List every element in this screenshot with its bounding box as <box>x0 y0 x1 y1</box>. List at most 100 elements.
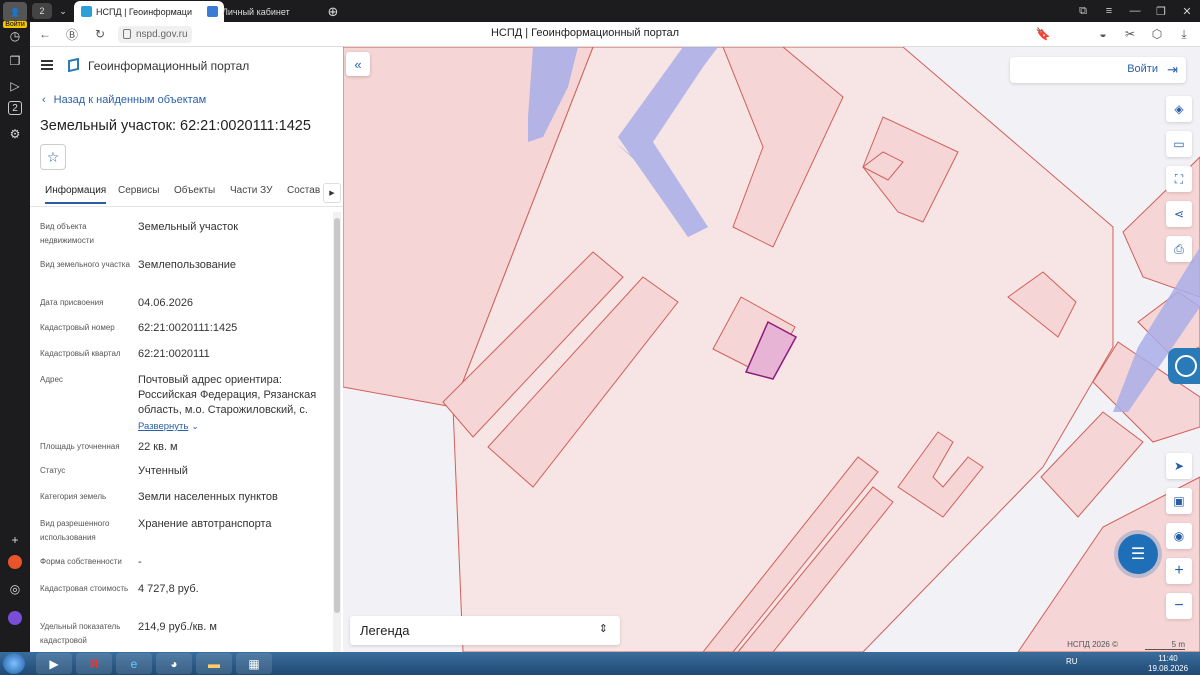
alice-icon[interactable]: ◎ <box>6 580 24 598</box>
map-copyright: НСПД 2026 © <box>1067 640 1118 649</box>
clock-date: 19.08.2026 <box>1148 664 1189 673</box>
zoom-in-button[interactable]: + <box>1166 558 1192 584</box>
login-icon[interactable]: ⇥ <box>1167 62 1178 78</box>
collapse-panel-button[interactable]: « <box>346 52 370 76</box>
add-icon[interactable]: + <box>6 531 24 549</box>
minimize-icon[interactable]: — <box>1122 0 1148 22</box>
nspd-favicon-icon <box>81 6 92 17</box>
ruler-button[interactable]: ▭ <box>1166 131 1192 157</box>
map-canvas[interactable] <box>343 47 1200 652</box>
select-area-button[interactable]: ⛶ <box>1166 166 1192 192</box>
property-label: Кадастровый номер <box>40 323 115 332</box>
badge-counter[interactable]: 2 <box>8 101 22 115</box>
extension3-icon[interactable]: ⬡ <box>1149 26 1165 42</box>
legend-dropdown[interactable]: Легенда ⇕ <box>350 616 620 645</box>
system-clock[interactable]: 11:40 19.08.2026 <box>1148 654 1188 674</box>
tab-information[interactable]: Информация <box>45 185 107 204</box>
expand-address-link[interactable]: Развернуть ⌄ <box>138 419 320 434</box>
property-label: Категория земель <box>40 492 107 501</box>
expand-label: Развернуть <box>138 421 189 432</box>
tab-cabinet-label: Личный кабинет <box>222 6 290 17</box>
property-label: Адрес <box>40 375 63 384</box>
property-value: 04.06.2026 <box>138 297 194 309</box>
bookmark-icon[interactable]: 🔖 <box>1035 26 1051 42</box>
tab-parts[interactable]: Части ЗУ <box>230 185 272 196</box>
address-bar: ← Ⓑ ↻ nspd.gov.ru НСПД | Геоинформационн… <box>30 22 1200 47</box>
minimap-button[interactable]: ▣ <box>1166 488 1192 514</box>
share-icon: ⋖ <box>1173 207 1185 221</box>
property-value: Землепользование <box>138 259 237 271</box>
favorite-star-button[interactable]: ☆ <box>40 144 66 170</box>
property-value: Земельный участок <box>138 221 239 233</box>
internet-explorer-icon[interactable]: e <box>116 653 152 674</box>
browser-sidebar: 👤 Войти ◷ ❐ ▷ 2 ⚙ + ◎ <box>0 0 30 652</box>
property-label: Статус <box>40 466 66 475</box>
menu-icon[interactable]: ≡ <box>1096 0 1122 22</box>
select-area-icon: ⛶ <box>1174 171 1184 186</box>
double-chevron-left-icon: « <box>354 56 362 72</box>
tab-composition[interactable]: Состав <box>287 185 320 196</box>
plus-icon: + <box>1174 562 1184 579</box>
tabs-scroll-right-icon[interactable]: ▶ <box>323 183 341 203</box>
property-label: Вид разрешенного использования <box>40 519 110 542</box>
hamburger-menu-icon[interactable] <box>41 60 53 70</box>
property-value: Земли населенных пунктов <box>138 491 278 503</box>
media-player-icon[interactable]: ▶ <box>36 653 72 674</box>
history-icon[interactable]: ◷ <box>6 27 24 45</box>
share-button[interactable]: ⋖ <box>1166 201 1192 227</box>
apps-grid-icon[interactable]: ▦ <box>236 653 272 674</box>
chrome-icon[interactable]: ◕ <box>156 653 192 674</box>
property-value: Учтенный <box>138 465 188 477</box>
property-label: Форма собственности <box>40 557 122 566</box>
bookmarks-icon[interactable]: ⧉ <box>1070 0 1096 22</box>
layers-button[interactable]: ◈ <box>1166 96 1192 122</box>
property-label: Кадастровый квартал <box>40 349 121 358</box>
app-icon-orange[interactable] <box>8 555 22 569</box>
scrollbar-thumb[interactable] <box>334 218 340 613</box>
panel-scrollbar[interactable] <box>333 212 341 652</box>
tab-objects[interactable]: Объекты <box>174 185 215 196</box>
minus-icon: − <box>1174 597 1184 614</box>
extension-icon[interactable]: ◒ <box>1095 26 1111 42</box>
back-to-results-link[interactable]: ‹ Назад к найденным объектам <box>42 94 206 106</box>
print-button[interactable]: ⎙ <box>1166 236 1192 262</box>
property-label: Удельный показатель кадастровой <box>40 622 121 645</box>
tab-cabinet[interactable]: Личный кабинет <box>200 1 320 22</box>
chat-button[interactable]: ☰ <box>1118 534 1158 574</box>
language-indicator[interactable]: RU <box>1066 657 1078 666</box>
explorer-folder-icon[interactable]: ▬ <box>196 653 232 674</box>
property-label: Вид объекта недвижимости <box>40 222 94 245</box>
yandex-browser-icon[interactable]: Я <box>76 653 112 674</box>
geo-search-button[interactable]: ◉ <box>1166 523 1192 549</box>
property-value: - <box>138 556 142 568</box>
extension2-icon[interactable]: ✂ <box>1122 26 1138 42</box>
tab-nspd-label: НСПД | Геоинформаци <box>96 6 192 17</box>
locate-button[interactable]: ➤ <box>1166 453 1192 479</box>
clock-time: 11:40 <box>1158 654 1178 663</box>
collections-icon[interactable]: ❐ <box>6 52 24 70</box>
chat-icon: ☰ <box>1130 546 1146 563</box>
new-tab-plus-icon[interactable]: ⊕ <box>326 1 340 22</box>
profile-avatar[interactable]: 👤 Войти <box>3 2 27 28</box>
property-value: 62:21:0020111 <box>138 348 210 360</box>
zoom-out-button[interactable]: − <box>1166 593 1192 619</box>
geo-pin-icon: ◉ <box>1173 529 1185 543</box>
close-window-icon[interactable]: ✕ <box>1174 0 1200 22</box>
login-button[interactable]: Войти <box>1127 63 1158 75</box>
property-label: Кадастровая стоимость <box>40 584 129 593</box>
tab-services[interactable]: Сервисы <box>118 185 159 196</box>
start-button[interactable] <box>3 653 25 674</box>
map-view[interactable]: « Войти ⇥ ◈ ▭ ⛶ ⋖ ⎙ ➤ ▣ ◉ + − ☰ Легенда … <box>343 47 1200 652</box>
download-icon[interactable]: ⤓ <box>1176 26 1192 42</box>
tabs-menu-chevron-icon[interactable]: ⌄ <box>56 1 70 22</box>
property-value: Хранение автотранспорта <box>138 518 272 530</box>
support-button[interactable] <box>1168 348 1200 384</box>
assistant-icon[interactable] <box>8 611 22 625</box>
settings-icon[interactable]: ⚙ <box>6 125 24 143</box>
maximize-icon[interactable]: ❐ <box>1148 0 1174 22</box>
minimap-icon: ▣ <box>1173 494 1185 508</box>
support-icon <box>1175 355 1197 377</box>
object-panel: Геоинформационный портал ‹ Назад к найден… <box>30 47 343 652</box>
play-icon[interactable]: ▷ <box>6 77 24 95</box>
tab-counter[interactable]: 2 <box>32 3 52 19</box>
